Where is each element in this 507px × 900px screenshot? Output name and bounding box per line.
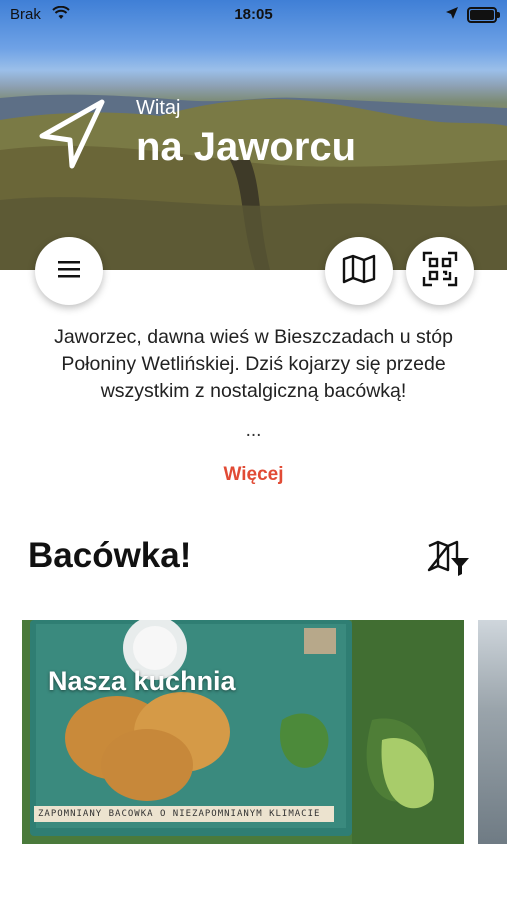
card-nasza-kuchnia[interactable]: ZAPOMNIANY BACÓWKA O NIEZAPOMNIANYM KLIM… (22, 620, 464, 844)
qr-scan-button[interactable] (406, 237, 474, 305)
description-ellipsis: ... (245, 420, 262, 441)
location-arrow-icon (445, 6, 459, 24)
menu-button[interactable] (35, 237, 103, 305)
place-title: na Jaworcu (136, 125, 357, 169)
greeting-text: Witaj (136, 97, 181, 119)
qr-scan-icon (422, 251, 458, 292)
place-description: Jaworzec, dawna wieś w Bieszczadach u st… (54, 326, 453, 402)
card-next-preview[interactable] (478, 620, 507, 844)
status-bar: Brak 18:05 (0, 0, 507, 30)
card-title: Nasza kuchnia (48, 666, 236, 696)
battery-icon (467, 7, 500, 23)
map-button[interactable] (325, 237, 393, 305)
card-photo-caption: ZAPOMNIANY BACÓWKA O NIEZAPOMNIANYM KLIM… (38, 809, 321, 819)
menu-icon (57, 259, 81, 284)
map-filter-icon (425, 540, 473, 582)
section-title: Bacówka! (28, 536, 192, 575)
more-link[interactable]: Więcej (0, 464, 507, 486)
map-filter-button[interactable] (425, 538, 473, 578)
navigation-logo-icon (36, 96, 108, 177)
map-icon (342, 254, 376, 289)
clock: 18:05 (234, 6, 273, 23)
